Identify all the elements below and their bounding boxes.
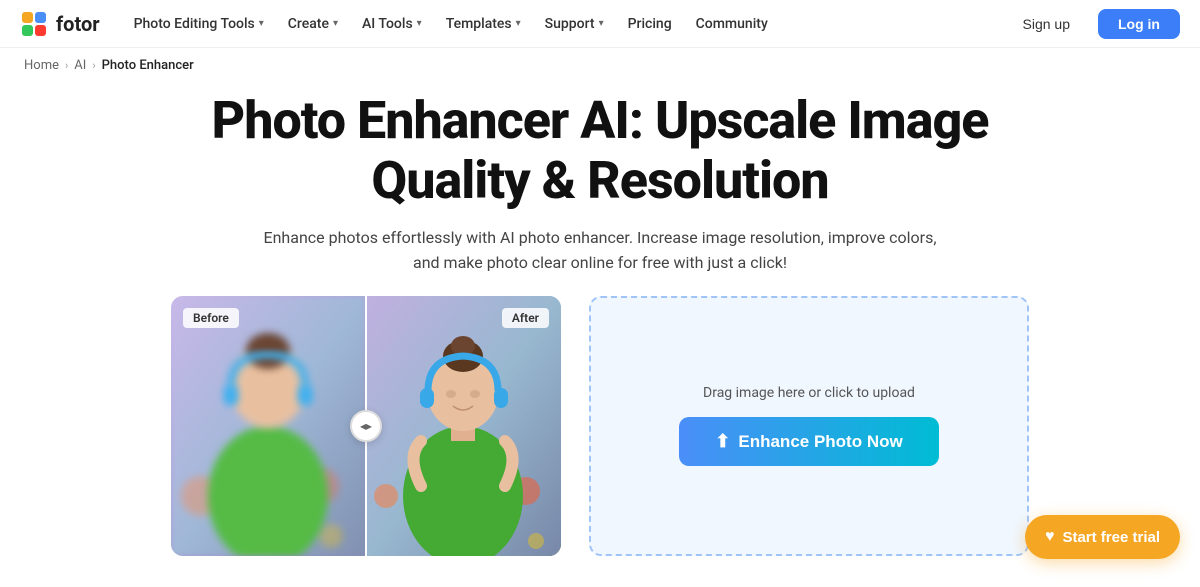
chevron-down-icon: ▾ xyxy=(333,18,338,29)
enhance-photo-button[interactable]: ⬆ Enhance Photo Now xyxy=(679,417,939,466)
start-free-trial-button[interactable]: ♥ Start free trial xyxy=(1025,515,1180,559)
after-person-svg xyxy=(366,296,561,556)
logo[interactable]: fotor xyxy=(20,10,100,38)
ba-image-wrapper: Before After ◂▸ xyxy=(171,296,561,556)
upload-icon: ⬆ xyxy=(715,431,730,452)
upload-drag-text: Drag image here or click to upload xyxy=(703,385,915,401)
content-row: Before After ◂▸ Drag image here or click… xyxy=(0,296,1200,556)
before-label: Before xyxy=(183,308,239,328)
nav-create[interactable]: Create ▾ xyxy=(278,10,348,38)
fotor-logo-icon xyxy=(20,10,48,38)
breadcrumb-current: Photo Enhancer xyxy=(102,58,194,73)
page-title: Photo Enhancer AI: Upscale Image Quality… xyxy=(190,91,1010,211)
after-label: After xyxy=(502,308,549,328)
nav-ai-tools[interactable]: AI Tools ▾ xyxy=(352,10,432,38)
nav-right: Sign up Log in xyxy=(1007,9,1180,39)
chevron-down-icon: ▾ xyxy=(417,18,422,29)
breadcrumb-home[interactable]: Home xyxy=(24,58,59,73)
upload-area[interactable]: Drag image here or click to upload ⬆ Enh… xyxy=(589,296,1029,556)
breadcrumb-ai[interactable]: AI xyxy=(74,58,86,73)
log-in-button[interactable]: Log in xyxy=(1098,9,1180,39)
chevron-down-icon: ▾ xyxy=(599,18,604,29)
chevron-down-icon: ▾ xyxy=(259,18,264,29)
nav-templates[interactable]: Templates ▾ xyxy=(436,10,531,38)
before-after-image: Before After ◂▸ xyxy=(171,296,561,556)
breadcrumb-separator: › xyxy=(92,59,95,72)
breadcrumb-separator: › xyxy=(65,59,68,72)
heart-icon: ♥ xyxy=(1045,528,1055,546)
chevron-down-icon: ▾ xyxy=(516,18,521,29)
nav-pricing[interactable]: Pricing xyxy=(618,10,682,38)
before-half xyxy=(171,296,366,556)
nav-community[interactable]: Community xyxy=(686,10,778,38)
nav-links: Photo Editing Tools ▾ Create ▾ AI Tools … xyxy=(124,10,1007,38)
navbar: fotor Photo Editing Tools ▾ Create ▾ AI … xyxy=(0,0,1200,48)
main-content: Photo Enhancer AI: Upscale Image Quality… xyxy=(0,83,1200,556)
nav-photo-editing-tools[interactable]: Photo Editing Tools ▾ xyxy=(124,10,274,38)
before-person-svg xyxy=(171,296,366,556)
sign-up-button[interactable]: Sign up xyxy=(1007,9,1086,39)
brand-name: fotor xyxy=(56,12,100,36)
nav-support[interactable]: Support ▾ xyxy=(535,10,614,38)
after-half xyxy=(366,296,561,556)
hero-subtitle: Enhance photos effortlessly with AI phot… xyxy=(260,225,940,276)
breadcrumb: Home › AI › Photo Enhancer xyxy=(0,48,1200,83)
before-after-handle[interactable]: ◂▸ xyxy=(350,410,382,442)
